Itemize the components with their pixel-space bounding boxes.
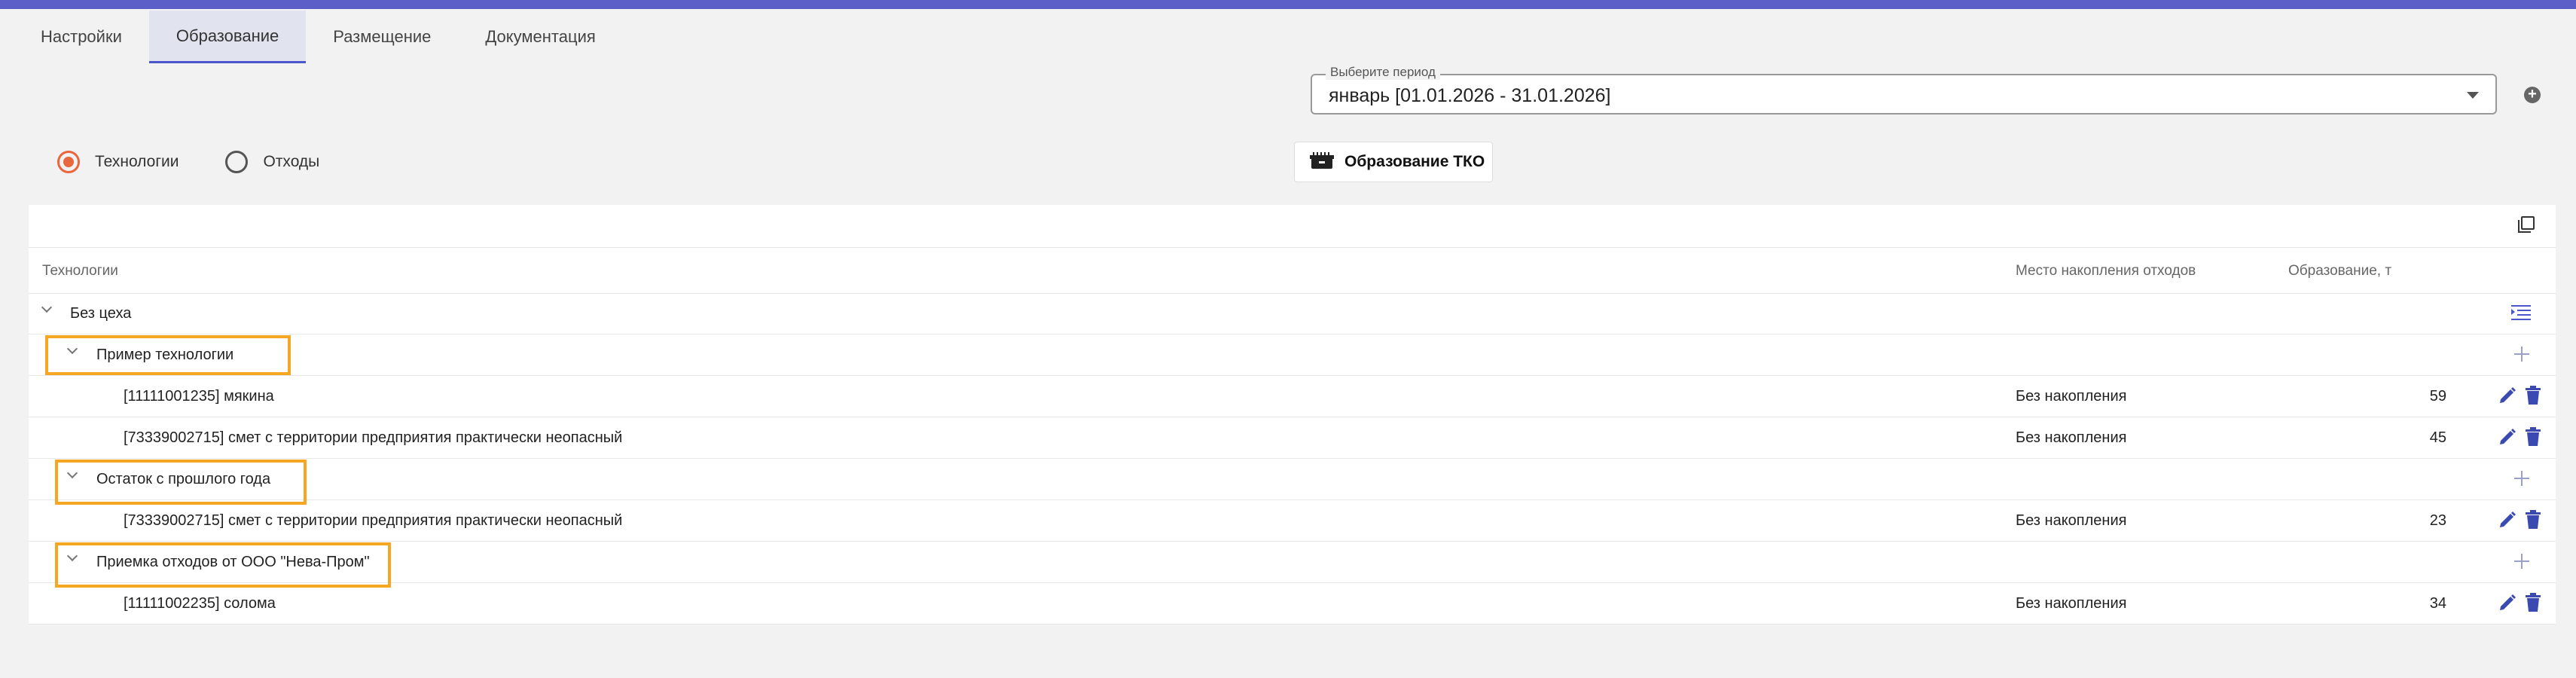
subgroup-row[interactable]: Пример технологии [29, 334, 2556, 376]
tko-formation-label: Образование ТКО [1344, 153, 1485, 170]
pencil-icon[interactable] [2498, 427, 2517, 447]
tab-settings[interactable]: Настройки [14, 11, 149, 63]
group-label: Без цеха [70, 305, 132, 322]
period-select-value: январь [01.01.2026 - 31.01.2026] [1329, 85, 1611, 106]
formation-amount: 59 [2429, 388, 2446, 405]
mode-radio-group: Технологии Отходы [57, 151, 366, 173]
waste-container-icon [1310, 152, 1334, 169]
subgroup-row[interactable]: Остаток с прошлого года [29, 459, 2556, 500]
add-row-icon[interactable] [2511, 344, 2532, 365]
pencil-icon[interactable] [2498, 593, 2517, 612]
radio-technologies-label[interactable]: Технологии [95, 153, 179, 171]
tab-formation[interactable]: Образование [148, 11, 307, 63]
add-row-icon[interactable] [2511, 551, 2532, 572]
waste-name: [11111001235] мякина [124, 388, 274, 405]
column-header-amount[interactable]: Образование, т [2288, 263, 2391, 279]
storage-place: Без накопления [2016, 512, 2127, 529]
trash-icon[interactable] [2524, 593, 2542, 612]
radio-technologies[interactable] [57, 151, 80, 173]
indent-list-icon[interactable] [2511, 304, 2531, 321]
radio-waste-label[interactable]: Отходы [263, 153, 319, 171]
copy-icon[interactable] [2517, 215, 2535, 234]
table-row[interactable]: [11111001235] мякина Без накопления 59 [29, 376, 2556, 417]
radio-waste[interactable] [225, 151, 249, 173]
highlight-box [55, 460, 307, 505]
pencil-icon[interactable] [2498, 386, 2517, 405]
trash-icon[interactable] [2524, 510, 2542, 530]
add-row-icon[interactable] [2511, 468, 2532, 489]
formation-amount: 34 [2429, 595, 2446, 612]
table-row[interactable]: [11111002235] солома Без накопления 34 [29, 583, 2556, 625]
table-row[interactable]: [73339002715] смет с территории предприя… [29, 417, 2556, 459]
tko-formation-button[interactable]: Образование ТКО [1294, 142, 1493, 182]
subgroup-row[interactable]: Приемка отходов от ООО "Нева-Пром" [29, 542, 2556, 583]
column-header-storage-place[interactable]: Место накопления отходов [2016, 263, 2196, 279]
highlight-box [45, 335, 291, 375]
storage-place: Без накопления [2016, 429, 2127, 446]
storage-place: Без накопления [2016, 388, 2127, 405]
trash-icon[interactable] [2524, 386, 2542, 405]
table-header: Технологии Место накопления отходов Обра… [29, 247, 2556, 294]
waste-name: [11111002235] солома [124, 595, 276, 612]
waste-name: [73339002715] смет с территории предприя… [124, 429, 623, 446]
dropdown-arrow-icon[interactable] [2467, 92, 2479, 99]
column-header-technologies[interactable]: Технологии [42, 263, 118, 279]
period-select[interactable]: Выберите период январь [01.01.2026 - 31.… [1311, 65, 2497, 115]
highlight-box [55, 542, 391, 588]
storage-place: Без накопления [2016, 595, 2127, 612]
group-row[interactable]: Без цеха [29, 293, 2556, 334]
formation-amount: 45 [2429, 429, 2446, 446]
tab-documentation[interactable]: Документация [458, 11, 622, 63]
top-accent-bar [0, 0, 2576, 9]
table-row[interactable]: [73339002715] смет с территории предприя… [29, 500, 2556, 542]
waste-name: [73339002715] смет с территории предприя… [124, 512, 623, 529]
tab-bar: Настройки Образование Размещение Докумен… [14, 11, 623, 63]
period-select-label: Выберите период [1326, 65, 1440, 80]
tab-placement[interactable]: Размещение [306, 11, 458, 63]
chevron-down-icon[interactable] [41, 301, 53, 313]
trash-icon[interactable] [2524, 427, 2542, 447]
pencil-icon[interactable] [2498, 510, 2517, 530]
formation-amount: 23 [2429, 512, 2446, 529]
add-period-button[interactable]: + [2524, 87, 2541, 103]
